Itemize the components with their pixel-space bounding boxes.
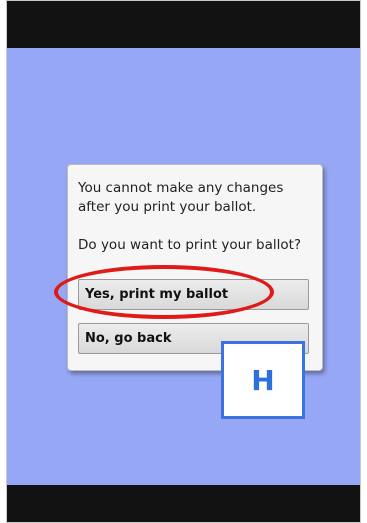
step-label-badge: H: [221, 341, 305, 419]
print-ballot-button[interactable]: Yes, print my ballot: [78, 279, 309, 310]
top-bar: [7, 1, 360, 48]
device-frame: You cannot make any changes after you pr…: [6, 0, 361, 523]
print-confirm-dialog: You cannot make any changes after you pr…: [67, 164, 323, 371]
dialog-question-text: Do you want to print your ballot?: [78, 237, 302, 253]
dialog-warning-text: You cannot make any changes after you pr…: [78, 180, 284, 215]
bottom-bar: [7, 485, 360, 522]
